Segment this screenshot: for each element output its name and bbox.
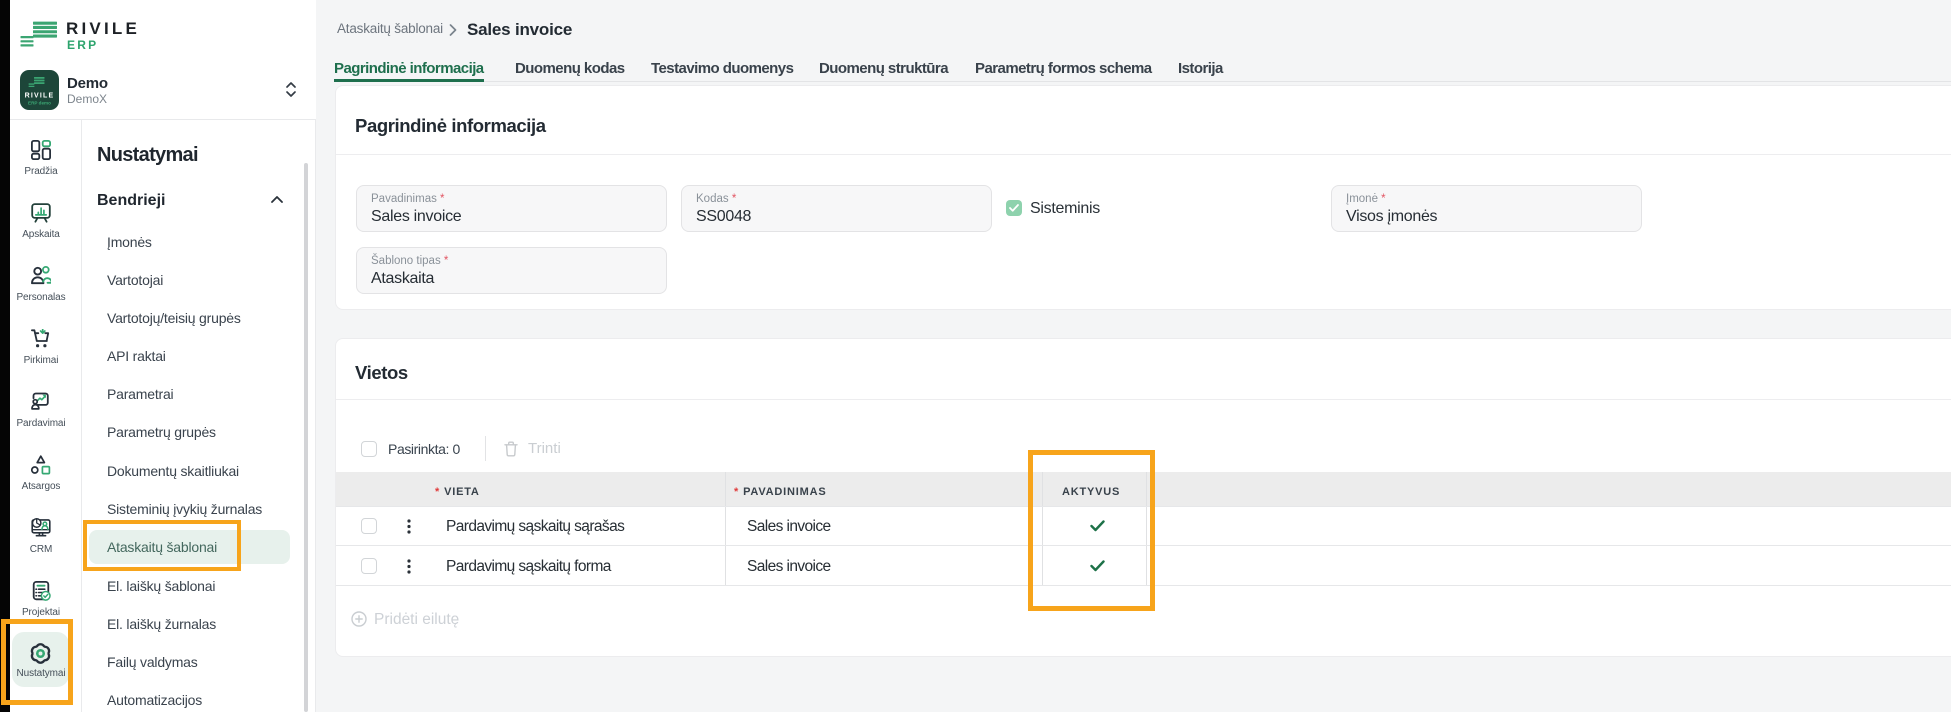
svg-text:ERP demo: ERP demo (28, 101, 51, 106)
svg-text:RIVILE: RIVILE (25, 93, 55, 100)
